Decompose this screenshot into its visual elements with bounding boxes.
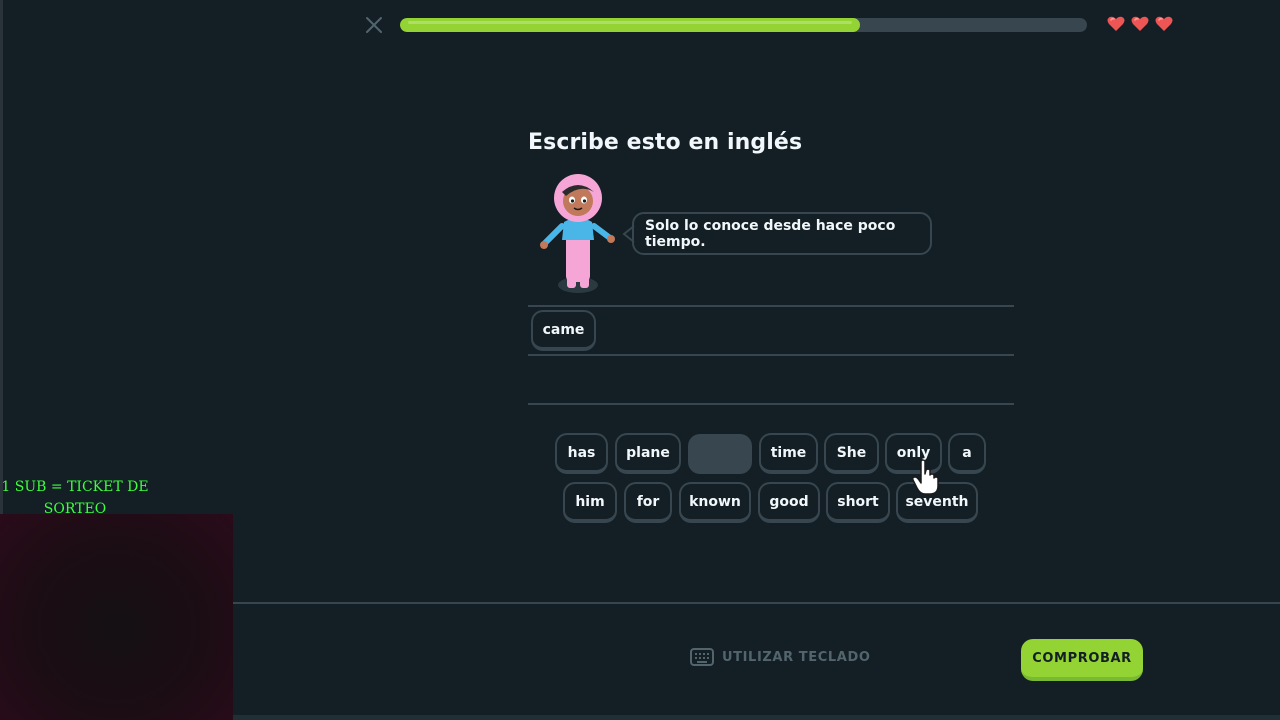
answer-line-top xyxy=(528,305,1014,307)
use-keyboard-button[interactable]: UTILIZAR TECLADO xyxy=(690,648,870,666)
word-tile-him[interactable]: him xyxy=(563,482,617,523)
answer-line-bottom xyxy=(528,403,1014,405)
footer-bottom-bar xyxy=(233,715,1280,720)
word-tile-time[interactable]: time xyxy=(759,433,818,474)
answer-line-middle xyxy=(528,354,1014,356)
word-tile-plane[interactable]: plane xyxy=(615,433,681,474)
lives-indicator xyxy=(1106,14,1174,34)
webcam-overlay xyxy=(0,514,233,720)
keyboard-icon xyxy=(690,648,714,666)
progress-bar-fill xyxy=(400,18,861,32)
word-tile-a[interactable]: a xyxy=(948,433,986,474)
word-tile-for[interactable]: for xyxy=(624,482,672,523)
use-keyboard-label: UTILIZAR TECLADO xyxy=(722,649,871,665)
character-avatar xyxy=(540,174,615,293)
prompt-text: Solo lo conoce desde hace poco tiempo. xyxy=(645,217,896,250)
challenge-title: Escribe esto en inglés xyxy=(528,130,803,155)
progress-bar xyxy=(400,18,1087,32)
heart-icon xyxy=(1155,16,1173,31)
speech-bubble: Solo lo conoce desde hace poco tiempo. xyxy=(632,212,932,255)
check-button[interactable]: COMPROBAR xyxy=(1021,639,1143,681)
close-icon[interactable] xyxy=(362,13,386,37)
pointer-hand-icon xyxy=(912,459,939,495)
word-tile-has[interactable]: has xyxy=(555,433,608,474)
word-tile-she[interactable]: She xyxy=(824,433,879,474)
word-tile-placeholder xyxy=(688,434,752,474)
promo-line-1: 1 SUB = TICKET DE xyxy=(1,479,149,495)
word-tile-short[interactable]: short xyxy=(826,482,890,523)
footer-divider xyxy=(233,602,1280,604)
heart-icon xyxy=(1131,16,1149,31)
word-tile-known[interactable]: known xyxy=(679,482,751,523)
word-tile-good[interactable]: good xyxy=(758,482,820,523)
heart-icon xyxy=(1107,16,1125,31)
answer-tile[interactable]: came xyxy=(531,310,596,351)
